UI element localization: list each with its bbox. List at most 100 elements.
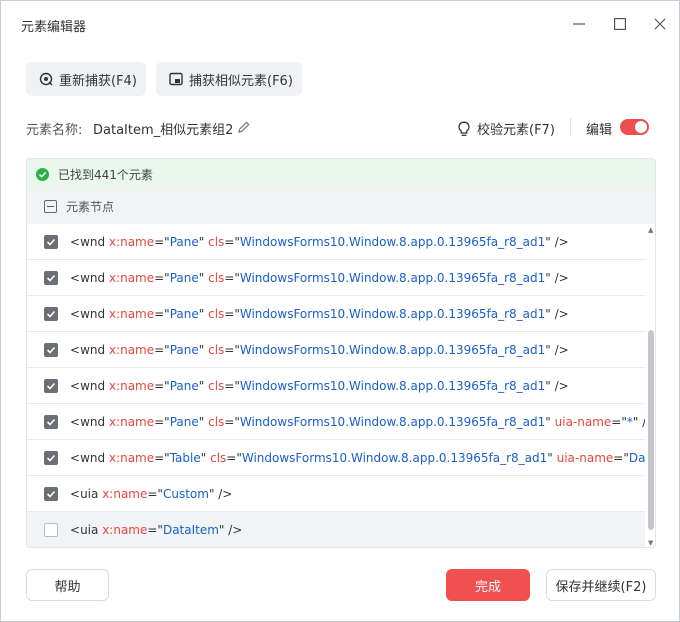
node-tag: wnd (80, 414, 106, 429)
node-row[interactable]: <wnd x:name="Table" cls="WindowsForms10.… (27, 440, 645, 476)
maximize-icon (614, 18, 626, 30)
node-row[interactable]: <wnd x:name="Pane" cls="WindowsForms10.W… (27, 404, 645, 440)
scrollbar[interactable]: ▲ ▼ (646, 224, 655, 547)
node-checkbox[interactable] (44, 523, 58, 537)
node-checkbox[interactable] (44, 342, 58, 357)
element-nodes-panel: 已找到441个元素 元素节点 <wnd x:name="Pane" cls="W… (26, 158, 656, 548)
pencil-icon[interactable] (237, 120, 251, 134)
scroll-thumb[interactable] (648, 330, 654, 530)
node-tag: wnd (80, 378, 106, 393)
capture-similar-icon (169, 72, 183, 86)
node-attr-value: WindowsForms10.Window.8.app.0.13965fa_r8… (239, 378, 546, 393)
help-button[interactable]: 帮助 (26, 569, 109, 601)
node-list: <wnd x:name="Pane" cls="WindowsForms10.W… (27, 224, 645, 547)
node-row[interactable]: <wnd x:name="Pane" cls="WindowsForms10.W… (27, 332, 645, 368)
bulb-icon (457, 121, 471, 137)
node-tag: wnd (80, 234, 106, 249)
node-checkbox[interactable] (44, 414, 58, 429)
node-tag: uia (80, 486, 99, 501)
node-row[interactable]: <wnd x:name="Pane" cls="WindowsForms10.W… (27, 368, 645, 404)
node-row[interactable]: <uia x:name="DataItem" /> (27, 512, 645, 547)
node-code: <uia x:name="DataItem" /> (70, 523, 243, 537)
node-attr-name: cls (208, 306, 225, 321)
minimize-icon (573, 23, 585, 25)
verify-element-button[interactable]: 校验元素(F7) (457, 119, 555, 138)
node-checkbox[interactable] (44, 234, 58, 249)
found-status-bar: 已找到441个元素 (27, 159, 655, 189)
element-name-value: DataItem_相似元素组2 (93, 123, 234, 138)
node-attr-name: x:name (108, 378, 155, 393)
node-attr-name: cls (208, 378, 225, 393)
capture-similar-button[interactable]: 捕获相似元素(F6) (156, 62, 302, 96)
node-row[interactable]: <wnd x:name="Pane" cls="WindowsForms10.W… (27, 296, 645, 332)
node-attr-value: Pane (169, 378, 199, 393)
node-attr-value: Pane (169, 342, 199, 357)
node-attr-value: WindowsForms10.Window.8.app.0.13965fa_r8… (241, 450, 548, 465)
titlebar: 元素编辑器 (1, 1, 679, 47)
node-code: <wnd x:name="Pane" cls="WindowsForms10.W… (70, 270, 569, 285)
maximize-button[interactable] (610, 14, 630, 34)
node-attr-value: Data... (628, 450, 645, 465)
scroll-down-icon[interactable]: ▼ (648, 539, 653, 547)
edit-toggle[interactable] (620, 119, 649, 135)
node-attr-value: Pane (169, 270, 199, 285)
node-row[interactable]: <uia x:name="Custom" /> (27, 476, 645, 512)
node-checkbox[interactable] (44, 270, 58, 285)
verify-element-label: 校验元素(F7) (477, 123, 555, 138)
save-continue-button[interactable]: 保存并继续(F2) (546, 569, 656, 601)
close-button[interactable] (650, 14, 670, 34)
element-nodes-header: 元素节点 (27, 189, 655, 224)
node-attr-value: WindowsForms10.Window.8.app.0.13965fa_r8… (239, 234, 546, 249)
node-attr-value: Pane (169, 414, 199, 429)
close-icon (654, 18, 666, 30)
check-circle-icon (36, 167, 49, 181)
node-checkbox[interactable] (44, 306, 58, 321)
node-attr-value: Pane (169, 234, 199, 249)
node-attr-value: WindowsForms10.Window.8.app.0.13965fa_r8… (239, 306, 546, 321)
node-attr-name: cls (210, 450, 227, 465)
recapture-button[interactable]: 重新捕获(F4) (26, 62, 146, 96)
element-editor-window: 元素编辑器 重新捕获(F4) 捕获相似元素(F6) 元素名称: DataItem… (0, 0, 680, 622)
node-code: <wnd x:name="Pane" cls="WindowsForms10.W… (70, 306, 569, 321)
node-checkbox[interactable] (44, 450, 58, 465)
node-attr-name: cls (208, 234, 225, 249)
element-name-label: 元素名称: (26, 123, 83, 138)
node-attr-name: x:name (108, 234, 155, 249)
collapse-toggle[interactable] (44, 200, 57, 213)
node-code: <wnd x:name="Pane" cls="WindowsForms10.W… (70, 414, 645, 429)
node-attr-value: Pane (169, 306, 199, 321)
node-checkbox[interactable] (44, 486, 58, 501)
node-attr-name: x:name (108, 270, 155, 285)
node-attr-name: uia-name (554, 414, 612, 429)
node-code: <wnd x:name="Pane" cls="WindowsForms10.W… (70, 378, 569, 393)
toolbar-divider (570, 118, 571, 136)
node-checkbox[interactable] (44, 378, 58, 393)
recapture-icon (39, 72, 53, 86)
edit-label: 编辑 (586, 123, 613, 138)
node-row[interactable]: <wnd x:name="Pane" cls="WindowsForms10.W… (27, 224, 645, 260)
node-code: <wnd x:name="Pane" cls="WindowsForms10.W… (70, 342, 569, 357)
node-code: <wnd x:name="Pane" cls="WindowsForms10.W… (70, 234, 569, 249)
node-code: <wnd x:name="Table" cls="WindowsForms10.… (70, 451, 645, 465)
node-attr-name: uia-name (556, 450, 614, 465)
node-attr-name: cls (208, 414, 225, 429)
node-code: <uia x:name="Custom" /> (70, 486, 233, 501)
node-attr-name: x:name (108, 306, 155, 321)
toggle-knob (635, 121, 647, 133)
node-attr-value: * (626, 414, 633, 429)
node-tag: uia (80, 523, 99, 537)
node-row[interactable]: <wnd x:name="Pane" cls="WindowsForms10.W… (27, 260, 645, 296)
node-attr-value: DataItem (162, 523, 219, 537)
minimize-button[interactable] (569, 14, 589, 34)
element-nodes-title: 元素节点 (66, 200, 115, 214)
node-attr-name: x:name (102, 486, 148, 501)
node-tag: wnd (80, 270, 106, 285)
node-attr-name: x:name (108, 342, 155, 357)
node-attr-value: WindowsForms10.Window.8.app.0.13965fa_r8… (239, 270, 546, 285)
node-attr-value: WindowsForms10.Window.8.app.0.13965fa_r8… (239, 342, 546, 357)
node-attr-name: x:name (108, 414, 155, 429)
window-title: 元素编辑器 (21, 20, 87, 35)
done-button[interactable]: 完成 (446, 569, 530, 601)
scroll-up-icon[interactable]: ▲ (648, 226, 653, 234)
node-attr-name: cls (208, 270, 225, 285)
